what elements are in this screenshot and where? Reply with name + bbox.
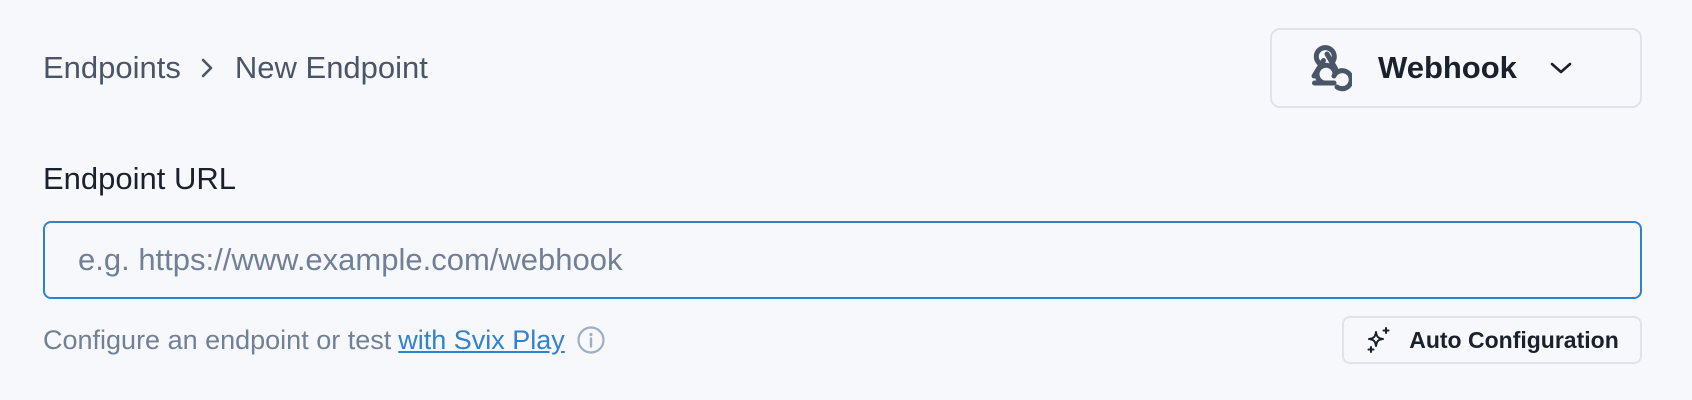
info-icon[interactable] [576,325,606,355]
new-endpoint-page: Endpoints New Endpoint Webhook Endpoint … [0,0,1692,400]
endpoint-type-label: Webhook [1378,50,1517,85]
breadcrumb-current: New Endpoint [234,50,428,85]
help-text: Configure an endpoint or test with Svix … [43,325,606,356]
page-header: Endpoints New Endpoint Webhook [43,28,1642,108]
endpoint-url-input[interactable] [43,221,1642,299]
svix-play-link[interactable]: with Svix Play [398,325,565,356]
auto-configuration-button[interactable]: Auto Configuration [1342,316,1642,364]
help-text-prefix: Configure an endpoint or test [43,324,392,355]
chevron-right-icon [199,56,215,80]
chevron-down-icon [1549,60,1573,76]
breadcrumb: Endpoints New Endpoint [43,50,428,86]
webhook-icon [1302,43,1352,93]
endpoint-url-label: Endpoint URL [43,161,237,196]
form-footer: Configure an endpoint or test with Svix … [43,316,1642,364]
breadcrumb-endpoints-link[interactable]: Endpoints [43,50,181,86]
sparkles-icon [1365,326,1393,354]
endpoint-type-select[interactable]: Webhook [1270,28,1642,108]
auto-configuration-label: Auto Configuration [1409,326,1619,353]
